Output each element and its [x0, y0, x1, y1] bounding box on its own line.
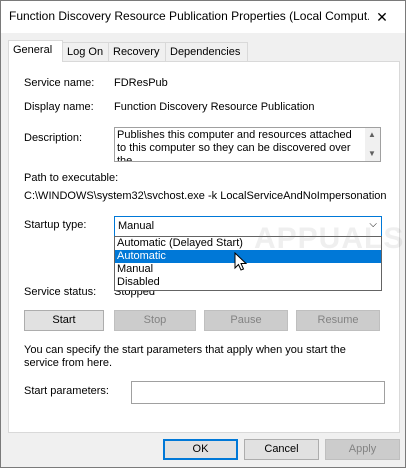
display-name-value: Function Discovery Resource Publication: [114, 101, 315, 113]
cancel-button[interactable]: Cancel: [244, 439, 319, 460]
service-name-label: Service name:: [24, 77, 95, 89]
stop-button[interactable]: Stop: [114, 310, 196, 331]
option-automatic[interactable]: Automatic: [115, 250, 381, 263]
start-button[interactable]: Start: [24, 310, 104, 331]
startup-type-label: Startup type:: [24, 219, 87, 231]
title-bar[interactable]: Function Discovery Resource Publication …: [1, 1, 405, 33]
path-value: C:\WINDOWS\system32\svchost.exe -k Local…: [24, 190, 387, 202]
chevron-down-icon[interactable]: ⌵: [369, 219, 377, 230]
scroll-up-icon[interactable]: ▲: [368, 130, 376, 139]
close-icon[interactable]: ✕: [359, 1, 405, 33]
ok-button[interactable]: OK: [163, 439, 238, 460]
tab-log-on[interactable]: Log On: [62, 42, 110, 61]
scroll-down-icon[interactable]: ▼: [368, 149, 376, 158]
description-label: Description:: [24, 132, 83, 144]
description-scrollbar[interactable]: ▲ ▼: [365, 128, 380, 161]
general-panel: Service name: FDResPub Display name: Fun…: [8, 61, 403, 433]
option-disabled[interactable]: Disabled: [115, 276, 381, 289]
option-manual[interactable]: Manual: [115, 263, 381, 276]
pause-button[interactable]: Pause: [204, 310, 288, 331]
description-text: Publishes this computer and resources at…: [117, 129, 352, 162]
properties-dialog: Function Discovery Resource Publication …: [0, 0, 406, 468]
apply-button[interactable]: Apply: [325, 439, 400, 460]
startup-type-value: Manual: [118, 220, 155, 232]
path-label: Path to executable:: [24, 172, 119, 184]
display-name-label: Display name:: [24, 101, 94, 113]
startup-type-dropdown: Automatic (Delayed Start) Automatic Manu…: [114, 236, 382, 291]
service-name-value: FDResPub: [114, 77, 168, 89]
description-box[interactable]: Publishes this computer and resources at…: [114, 127, 381, 162]
service-status-label: Service status:: [24, 286, 97, 298]
option-automatic-delayed[interactable]: Automatic (Delayed Start): [115, 237, 381, 250]
startup-type-select[interactable]: Manual ⌵: [114, 216, 382, 237]
window-title: Function Discovery Resource Publication …: [9, 9, 369, 23]
tab-dependencies[interactable]: Dependencies: [165, 42, 248, 61]
mouse-cursor-icon: [234, 252, 248, 271]
tab-recovery[interactable]: Recovery: [108, 42, 166, 61]
resume-button[interactable]: Resume: [296, 310, 380, 331]
start-params-hint: You can specify the start parameters tha…: [24, 344, 346, 369]
tab-general[interactable]: General: [8, 40, 63, 62]
start-params-input[interactable]: [131, 381, 385, 404]
start-params-label: Start parameters:: [24, 385, 109, 397]
